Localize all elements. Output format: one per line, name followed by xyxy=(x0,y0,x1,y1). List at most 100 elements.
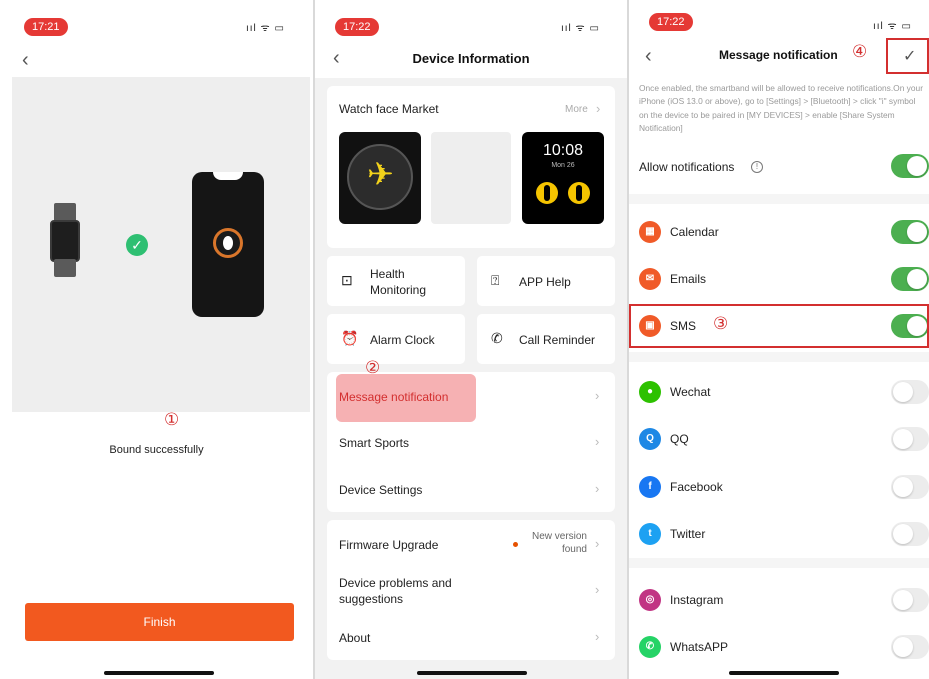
step-marker-3: ③ xyxy=(713,314,729,333)
app-label-wechat: Wechat xyxy=(670,385,711,399)
watch-face-market-title: Watch face Market xyxy=(339,102,439,116)
section-separator xyxy=(629,352,929,362)
app-label-whatsapp: WhatsAPP xyxy=(670,640,729,654)
facebook-toggle[interactable] xyxy=(891,475,929,499)
toggle-knob xyxy=(907,269,927,289)
watch-face-aviator[interactable]: ✈ xyxy=(339,132,421,224)
health-monitoring-button[interactable]: ⊡ Health Monitoring xyxy=(327,256,465,306)
qq-icon: Q xyxy=(639,428,661,450)
back-icon[interactable]: ‹ xyxy=(22,50,29,70)
wechat-icon: ● xyxy=(639,381,661,403)
bound-success-text: Bound successfully xyxy=(109,444,204,456)
toggle-knob xyxy=(893,382,913,402)
status-time: 17:21 xyxy=(24,18,68,36)
message-notification-item[interactable]: Message notification xyxy=(339,390,448,404)
app-label-facebook: Facebook xyxy=(670,480,723,494)
help-icon: ⍰ xyxy=(491,272,500,288)
chevron-right-icon: › xyxy=(595,629,600,644)
facebook-icon: f xyxy=(639,476,661,498)
calendar-icon: ▦ xyxy=(639,221,661,243)
toggle-knob xyxy=(893,524,913,544)
whatsapp-icon: ✆ xyxy=(639,636,661,658)
settings-list-card: Message notification › Smart Sports › De… xyxy=(327,372,615,512)
toggle-knob xyxy=(893,637,913,657)
app-label-twitter: Twitter xyxy=(670,527,706,541)
app-label-emails: Emails xyxy=(670,272,707,286)
step-marker-1: ① xyxy=(164,410,180,429)
allow-notifications-label: Allow notifications xyxy=(639,160,735,174)
info-icon[interactable]: ! xyxy=(751,161,763,173)
status-icons: ııl ᯤ ▭ xyxy=(561,23,600,34)
smart-sports-item[interactable]: Smart Sports xyxy=(339,436,409,450)
check-icon: ✓ xyxy=(126,234,148,256)
status-time: 17:22 xyxy=(649,13,693,31)
watch-face-market-card[interactable]: Watch face Market More › ✈ 10:08 Mon 26 xyxy=(327,86,615,248)
app-label-qq: QQ xyxy=(670,432,689,446)
watch-face-cat-eyes[interactable]: 10:08 Mon 26 xyxy=(522,132,604,224)
cat-eye-left xyxy=(536,182,558,204)
calendar-toggle[interactable] xyxy=(891,220,929,244)
phone-notch xyxy=(213,172,243,180)
health-monitoring-label: Health Monitoring xyxy=(370,267,427,297)
allow-notifications-toggle[interactable] xyxy=(891,154,929,178)
app-logo-icon xyxy=(213,228,243,258)
notification-description: Once enabled, the smartband will be allo… xyxy=(639,83,923,134)
device-settings-item[interactable]: Device Settings xyxy=(339,483,422,497)
call-reminder-button[interactable]: ✆ Call Reminder xyxy=(477,314,615,364)
section-separator xyxy=(629,194,929,204)
update-dot-icon xyxy=(513,542,518,547)
watchface-time: 10:08 xyxy=(542,142,584,159)
app-help-label: APP Help xyxy=(519,275,571,289)
home-indicator xyxy=(417,671,527,675)
new-version-badge: New version found xyxy=(531,531,587,555)
app-help-button[interactable]: ⍰ APP Help xyxy=(477,256,615,306)
chevron-right-icon: › xyxy=(595,388,600,403)
chevron-right-icon: › xyxy=(595,582,600,597)
app-label-calendar: Calendar xyxy=(670,225,719,239)
phone-call-icon: ✆ xyxy=(491,330,503,346)
emails-toggle[interactable] xyxy=(891,267,929,291)
toggle-knob xyxy=(893,477,913,497)
back-icon[interactable]: ‹ xyxy=(645,46,652,66)
chevron-right-icon: › xyxy=(595,536,600,551)
pairing-illustration: ✓ xyxy=(12,77,310,412)
firmware-upgrade-item[interactable]: Firmware Upgrade xyxy=(339,538,438,552)
app-label-instagram: Instagram xyxy=(670,593,724,607)
finish-button[interactable]: Finish xyxy=(25,603,294,641)
instagram-toggle[interactable] xyxy=(891,588,929,612)
alarm-clock-icon: ⏰ xyxy=(341,330,359,346)
page-title: Device Information xyxy=(412,51,530,66)
message-notification-screen: 17:22 ııl ᯤ ▭ ‹ Message notification ④ ✓… xyxy=(629,0,929,679)
instagram-icon: ◎ xyxy=(639,589,661,611)
bind-success-screen: 17:21 ııl ᯤ ▭ ‹ ✓ ① Bound successfully F… xyxy=(0,0,313,679)
toggle-knob xyxy=(907,222,927,242)
device-problems-item[interactable]: Device problems and suggestions xyxy=(339,575,479,607)
qq-toggle[interactable] xyxy=(891,427,929,451)
call-reminder-label: Call Reminder xyxy=(519,333,596,347)
status-icons: ııl ᯤ ▭ xyxy=(873,21,912,32)
more-link[interactable]: More xyxy=(565,104,588,115)
alarm-clock-button[interactable]: ⏰ Alarm Clock xyxy=(327,314,465,364)
header xyxy=(315,0,627,78)
about-item[interactable]: About xyxy=(339,631,370,645)
step-marker-4: ④ xyxy=(852,42,868,61)
wechat-toggle[interactable] xyxy=(891,380,929,404)
smartband-icon xyxy=(50,220,80,262)
sms-highlight-box xyxy=(629,304,929,348)
check-icon[interactable]: ✓ xyxy=(903,46,916,66)
home-indicator xyxy=(729,671,839,675)
page-title: Message notification xyxy=(719,48,838,62)
airplane-icon: ✈ xyxy=(367,156,394,192)
cat-eye-right xyxy=(568,182,590,204)
status-time: 17:22 xyxy=(335,18,379,36)
phone-icon xyxy=(192,172,264,317)
chevron-right-icon: › xyxy=(595,481,600,496)
section-separator xyxy=(629,558,929,568)
health-monitor-icon: ⊡ xyxy=(341,272,353,288)
chevron-right-icon: › xyxy=(596,101,601,116)
alarm-clock-label: Alarm Clock xyxy=(370,333,435,347)
twitter-toggle[interactable] xyxy=(891,522,929,546)
watch-face-placeholder[interactable] xyxy=(431,132,511,224)
whatsapp-toggle[interactable] xyxy=(891,635,929,659)
home-indicator xyxy=(104,671,214,675)
